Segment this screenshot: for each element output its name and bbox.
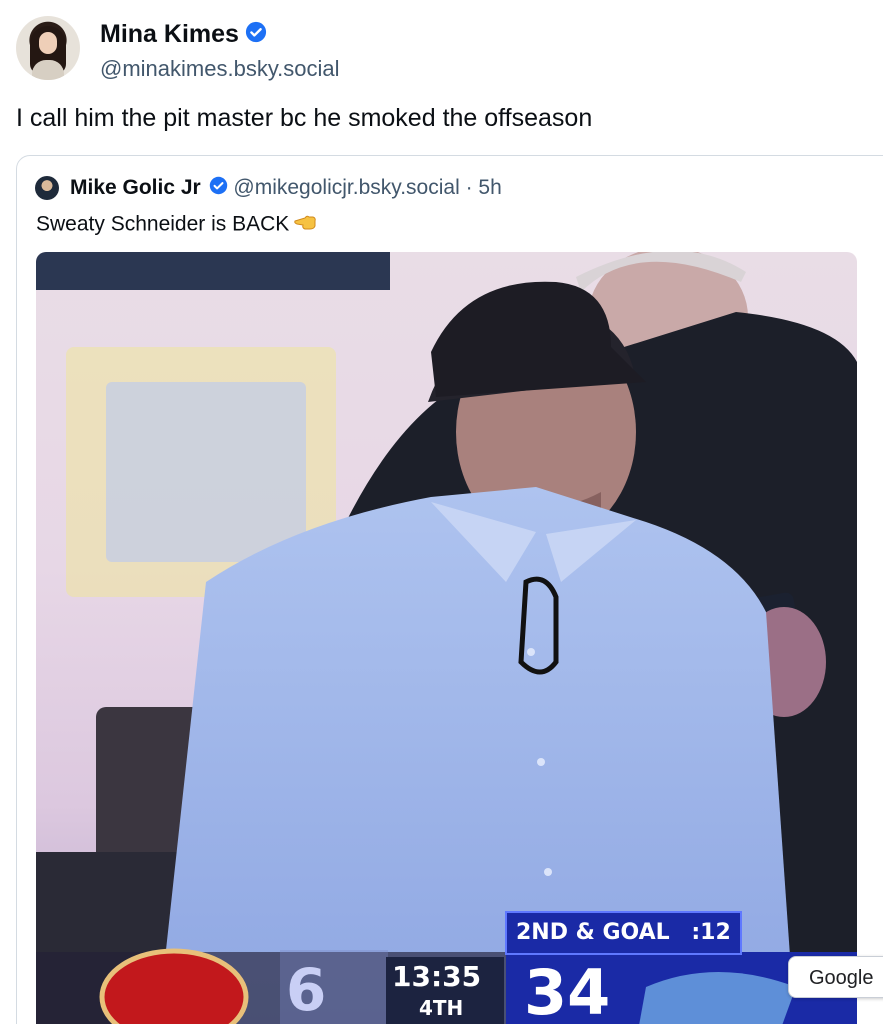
home-score: 34 <box>524 956 611 1024</box>
situation-text: 2ND & GOAL <box>516 920 670 945</box>
backhand-index-pointing-left-icon <box>293 212 317 238</box>
game-clock: 13:35 <box>392 960 482 993</box>
post-text: I call him the pit master bc he smoked t… <box>16 104 593 132</box>
play-clock: :12 <box>691 920 731 945</box>
quoted-author-line[interactable]: Mike Golic Jr @mikegolicjr.bsky.social ·… <box>70 176 502 201</box>
down-and-distance: 2ND & GOAL :12 <box>516 920 731 945</box>
quoted-post-text-content: Sweaty Schneider is BACK <box>36 212 290 236</box>
author-handle[interactable]: @minakimes.bsky.social <box>100 56 340 82</box>
post: Mina Kimes @minakimes.bsky.social I call… <box>0 0 883 1024</box>
photo-illustration <box>36 252 857 1024</box>
author-name-text[interactable]: Mina Kimes <box>100 20 239 48</box>
quoted-author-name[interactable]: Mike Golic Jr <box>70 176 201 199</box>
away-score: 6 <box>286 956 327 1024</box>
post-image[interactable]: 2ND & GOAL :12 6 13:35 4TH 34 <box>36 252 857 1024</box>
author-name[interactable]: Mina Kimes <box>100 20 267 50</box>
quoted-author-handle[interactable]: @mikegolicjr.bsky.social · 5h <box>233 176 501 199</box>
verified-badge-icon <box>245 21 267 50</box>
quoted-post-text: Sweaty Schneider is BACK <box>36 212 317 238</box>
author-avatar[interactable] <box>16 16 80 80</box>
verified-badge-icon <box>209 176 228 201</box>
quarter: 4TH <box>419 996 464 1020</box>
google-lens-button[interactable]: Google <box>788 956 883 998</box>
quoted-author-avatar[interactable] <box>35 176 59 200</box>
